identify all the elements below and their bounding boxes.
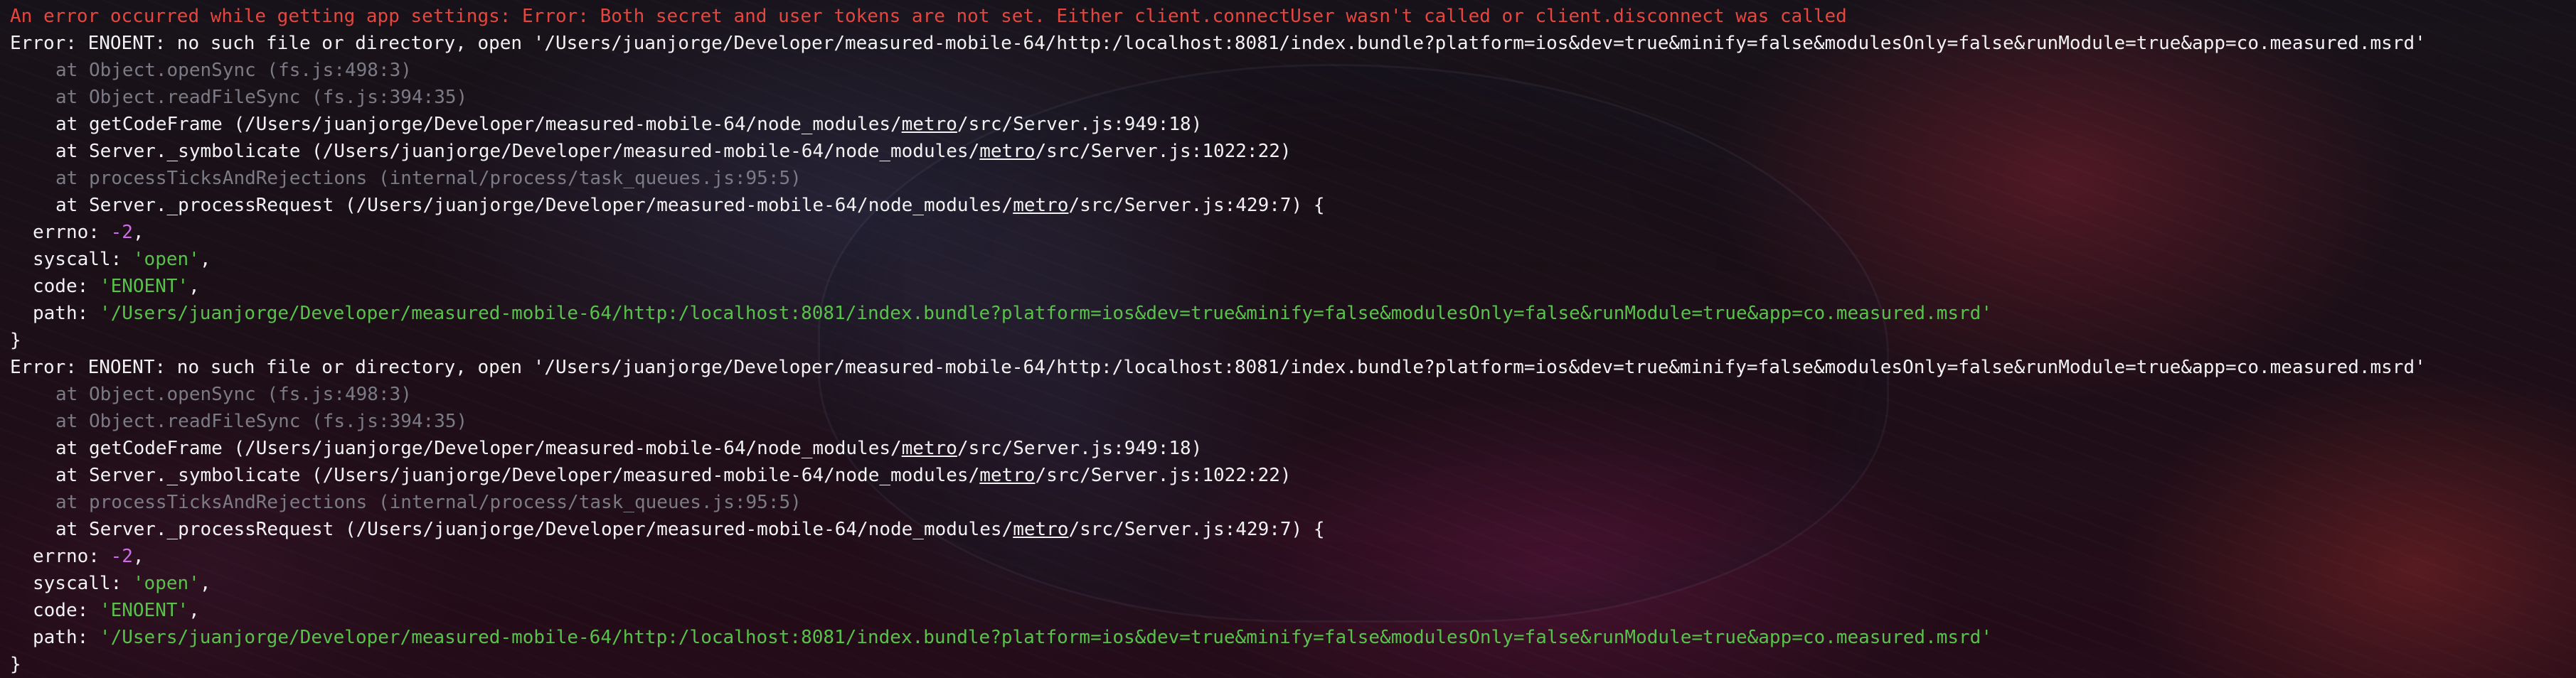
stack-frame-text: /src/Server.js:429:7) { <box>1068 195 1325 216</box>
metro-link[interactable]: metro <box>1013 519 1068 540</box>
stack-frame-text: at Server._symbolicate (/Users/juanjorge… <box>55 141 980 162</box>
stack-frame-text: /src/Server.js:1022:22) <box>1035 465 1292 486</box>
closing-brace: } <box>10 654 21 675</box>
code-property: code: 'ENOENT', <box>10 273 2566 300</box>
comma: , <box>199 573 211 594</box>
property-key: syscall: <box>33 573 133 594</box>
metro-link[interactable]: metro <box>1013 195 1068 216</box>
stack-frame-dim: at processTicksAndRejections (internal/p… <box>55 492 802 513</box>
stack-frame-text: at getCodeFrame (/Users/juanjorge/Develo… <box>55 114 902 135</box>
stack-frame-dim: at processTicksAndRejections (internal/p… <box>55 168 802 189</box>
stack-frame: at Server._processRequest (/Users/juanjo… <box>10 516 2566 543</box>
error-line: Error: ENOENT: no such file or directory… <box>10 33 2426 54</box>
property-value: -2 <box>110 222 133 243</box>
error-line: Error: ENOENT: no such file or directory… <box>10 357 2426 378</box>
property-value: '/Users/juanjorge/Developer/measured-mob… <box>99 303 1992 324</box>
stack-frame: at Server._symbolicate (/Users/juanjorge… <box>10 138 2566 165</box>
property-key: errno: <box>33 546 111 567</box>
comma: , <box>188 600 200 621</box>
stack-frame-dim: at Object.readFileSync (fs.js:394:35) <box>55 411 468 432</box>
property-key: errno: <box>33 222 111 243</box>
property-value: 'open' <box>132 249 200 270</box>
stack-frame-dim: at Object.readFileSync (fs.js:394:35) <box>55 87 468 108</box>
stack-frame-text: /src/Server.js:949:18) <box>957 114 1203 135</box>
stack-frame-text: at getCodeFrame (/Users/juanjorge/Develo… <box>55 438 902 459</box>
property-value: '/Users/juanjorge/Developer/measured-mob… <box>99 627 1992 648</box>
code-property: code: 'ENOENT', <box>10 597 2566 624</box>
stack-frame: at getCodeFrame (/Users/juanjorge/Develo… <box>10 435 2566 462</box>
metro-link[interactable]: metro <box>979 465 1035 486</box>
stack-frame-text: at Server._processRequest (/Users/juanjo… <box>55 519 1013 540</box>
stack-frame-text: /src/Server.js:949:18) <box>957 438 1203 459</box>
stack-frame: at getCodeFrame (/Users/juanjorge/Develo… <box>10 111 2566 138</box>
stack-frame-dim: at Object.openSync (fs.js:498:3) <box>55 60 412 81</box>
comma: , <box>199 249 211 270</box>
stack-frame-text: /src/Server.js:429:7) { <box>1068 519 1325 540</box>
path-property: path: '/Users/juanjorge/Developer/measur… <box>10 624 2566 651</box>
stack-frame: at Server._symbolicate (/Users/juanjorge… <box>10 462 2566 489</box>
metro-link[interactable]: metro <box>979 141 1035 162</box>
property-value: 'ENOENT' <box>99 600 189 621</box>
property-key: path: <box>33 627 100 648</box>
closing-brace: } <box>10 330 21 351</box>
property-value: 'ENOENT' <box>99 276 189 297</box>
comma: , <box>132 222 144 243</box>
syscall-property: syscall: 'open', <box>10 570 2566 597</box>
settings-warning-line: An error occurred while getting app sett… <box>10 6 1847 27</box>
comma: , <box>188 276 200 297</box>
errno-property: errno: -2, <box>10 543 2566 570</box>
property-value: 'open' <box>132 573 200 594</box>
terminal-output[interactable]: An error occurred while getting app sett… <box>0 0 2576 678</box>
property-key: syscall: <box>33 249 133 270</box>
comma: , <box>132 546 144 567</box>
property-key: code: <box>33 276 100 297</box>
stack-frame-text: at Server._symbolicate (/Users/juanjorge… <box>55 465 980 486</box>
stack-frame: at Server._processRequest (/Users/juanjo… <box>10 192 2566 219</box>
property-key: path: <box>33 303 100 324</box>
syscall-property: syscall: 'open', <box>10 246 2566 273</box>
property-key: code: <box>33 600 100 621</box>
stack-frame-dim: at Object.openSync (fs.js:498:3) <box>55 384 412 405</box>
property-value: -2 <box>110 546 133 567</box>
metro-link[interactable]: metro <box>902 114 957 135</box>
stack-frame-text: /src/Server.js:1022:22) <box>1035 141 1292 162</box>
metro-link[interactable]: metro <box>902 438 957 459</box>
path-property: path: '/Users/juanjorge/Developer/measur… <box>10 300 2566 327</box>
errno-property: errno: -2, <box>10 219 2566 246</box>
stack-frame-text: at Server._processRequest (/Users/juanjo… <box>55 195 1013 216</box>
